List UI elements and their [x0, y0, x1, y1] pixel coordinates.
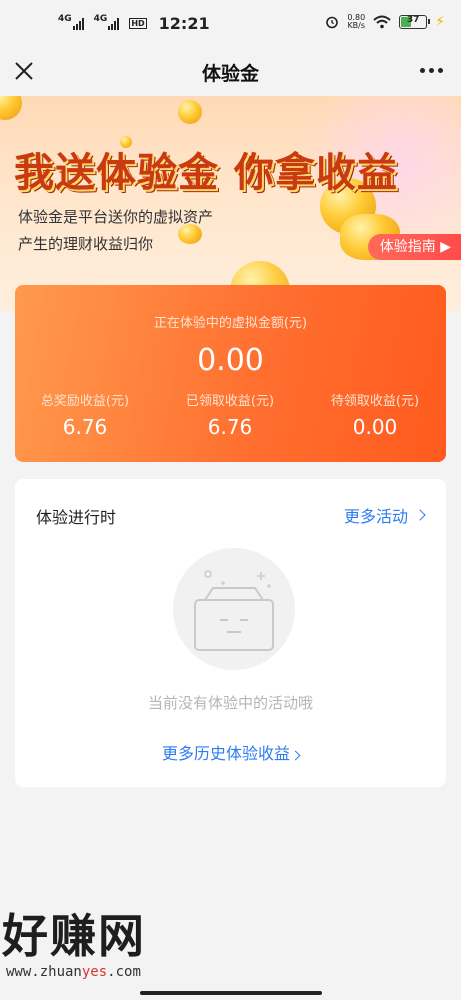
coin-decoration	[0, 96, 22, 120]
watermark-title: 好赚网	[2, 909, 146, 963]
watermark-url-highlight: yes	[81, 964, 108, 980]
network-type-label: 4G	[58, 14, 72, 24]
signal-2: 4G	[93, 14, 120, 30]
stat-label: 待领取收益(元)	[330, 394, 420, 409]
virtual-amount-value: 0.00	[197, 343, 264, 378]
status-bar-left: 4G 4G HD 12:21	[58, 14, 210, 33]
stat-value: 6.76	[207, 415, 253, 439]
clock-time: 12:21	[158, 14, 210, 33]
coin-decoration	[178, 100, 202, 124]
home-indicator[interactable]	[140, 991, 322, 995]
stat-value: 0.00	[352, 415, 398, 439]
stat-received: 已领取收益(元) 6.76	[160, 390, 300, 439]
wifi-icon	[373, 15, 391, 29]
signal-icon	[108, 17, 120, 30]
guide-button[interactable]: 体验指南 ▶	[367, 234, 461, 260]
chevron-right-icon	[290, 750, 301, 761]
empty-state-text: 当前没有体验中的活动哦	[147, 694, 313, 712]
watermark-url-suffix: .com	[107, 964, 141, 980]
history-earnings-link[interactable]: 更多历史体验收益	[15, 740, 446, 764]
charging-icon: ⚡	[435, 14, 445, 30]
more-activities-link[interactable]: 更多活动	[343, 503, 426, 527]
battery-level: 37	[406, 15, 420, 25]
stat-label: 已领取收益(元)	[185, 394, 275, 409]
network-type-label: 4G	[93, 14, 108, 24]
stat-total-reward: 总奖励收益(元) 6.76	[15, 390, 155, 439]
status-bar-right: 0.80 KB/s 37 ⚡	[325, 14, 445, 30]
nav-bar: 体验金	[0, 46, 461, 96]
more-dots-icon[interactable]	[420, 68, 443, 73]
activity-card: 体验进行时 更多活动 当前没有体验中的活动哦 更多历史体验收益	[15, 479, 446, 787]
empty-box-illustration	[194, 570, 274, 651]
alarm-icon	[326, 16, 339, 29]
empty-inbox-icon	[173, 548, 295, 670]
signal-1: 4G	[58, 14, 84, 30]
speed-unit: KB/s	[347, 21, 366, 30]
stat-label: 总奖励收益(元)	[40, 394, 130, 409]
promo-banner: 我送体验金 你拿收益 体验金是平台送你的虚拟资产 产生的理财收益归你 体验指南 …	[0, 96, 461, 311]
virtual-amount-label: 正在体验中的虚拟金额(元)	[153, 316, 308, 331]
status-bar: 4G 4G HD 12:21 0.80 KB/s 37 ⚡	[0, 0, 461, 46]
banner-subtitle-line: 体验金是平台送你的虚拟资产	[18, 208, 214, 226]
watermark: 好赚网 www.zhuanyes.com	[2, 910, 146, 980]
signal-icon	[72, 17, 84, 30]
more-activities-label: 更多活动	[343, 507, 408, 526]
banner-subtitle: 体验金是平台送你的虚拟资产 产生的理财收益归你	[18, 204, 213, 258]
activity-title: 体验进行时	[36, 508, 117, 527]
network-speed: 0.80 KB/s	[347, 14, 365, 30]
watermark-url: www.zhuanyes.com	[6, 964, 146, 980]
page-title: 体验金	[201, 63, 259, 85]
stat-value: 6.76	[62, 415, 108, 439]
hd-voice-icon: HD	[129, 18, 147, 29]
battery-icon: 37	[399, 15, 431, 29]
history-earnings-label: 更多历史体验收益	[161, 744, 290, 763]
stat-pending: 待领取收益(元) 0.00	[305, 390, 445, 439]
banner-subtitle-line: 产生的理财收益归你	[18, 235, 154, 253]
summary-card: 正在体验中的虚拟金额(元) 0.00 总奖励收益(元) 6.76 已领取收益(元…	[15, 285, 446, 462]
banner-headline: 我送体验金 你拿收益	[14, 150, 398, 196]
watermark-url-prefix: www.zhuan	[6, 964, 82, 980]
chevron-right-icon	[414, 509, 426, 521]
